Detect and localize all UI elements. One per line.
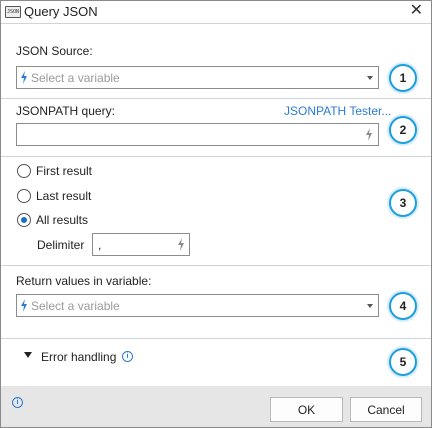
- variable-bolt-icon: [21, 299, 27, 312]
- info-icon[interactable]: i: [122, 351, 133, 362]
- return-values-placeholder: Select a variable: [31, 299, 120, 313]
- all-results-label: All results: [36, 213, 89, 227]
- step-badge-3: 3: [389, 189, 417, 217]
- jsonpath-tester-link[interactable]: JSONPATH Tester...: [284, 104, 391, 118]
- dialog-title: Query JSON: [24, 4, 98, 19]
- return-values-section: Return values in variable: Select a vari…: [1, 266, 431, 339]
- json-source-select[interactable]: Select a variable: [16, 66, 379, 89]
- variable-bolt-icon: [21, 71, 27, 84]
- chevron-down-icon[interactable]: [24, 352, 32, 358]
- json-app-icon: JSON: [5, 6, 21, 18]
- title-bar: JSON Query JSON ✕: [1, 1, 431, 23]
- info-icon[interactable]: i: [12, 397, 23, 408]
- step-badge-2: 2: [389, 116, 417, 144]
- last-result-label: Last result: [36, 189, 92, 203]
- all-results-radio[interactable]: [17, 213, 31, 227]
- error-handling-section: Error handling i 5: [1, 339, 431, 385]
- chevron-down-icon[interactable]: [367, 304, 373, 308]
- json-source-section: JSON Source: Select a variable 1: [1, 23, 431, 99]
- results-section: First result Last result All results Del…: [1, 157, 431, 266]
- first-result-label: First result: [36, 164, 93, 178]
- chevron-down-icon[interactable]: [367, 76, 373, 80]
- json-source-placeholder: Select a variable: [31, 71, 120, 85]
- variable-bolt-icon[interactable]: [177, 238, 185, 251]
- delimiter-value: ,: [98, 238, 102, 252]
- json-source-label: JSON Source:: [16, 44, 93, 58]
- dialog-footer: i OK Cancel: [1, 386, 431, 427]
- step-badge-1: 1: [389, 64, 417, 92]
- step-badge-5: 5: [389, 348, 417, 376]
- step-badge-4: 4: [389, 292, 417, 320]
- variable-bolt-icon[interactable]: [365, 128, 373, 141]
- cancel-button[interactable]: Cancel: [350, 397, 422, 422]
- last-result-radio[interactable]: [17, 189, 31, 203]
- jsonpath-label: JSONPATH query:: [16, 104, 115, 118]
- ok-button[interactable]: OK: [270, 397, 343, 422]
- return-values-select[interactable]: Select a variable: [16, 294, 379, 317]
- first-result-radio[interactable]: [17, 164, 31, 178]
- return-values-label: Return values in variable:: [16, 274, 152, 288]
- jsonpath-query-input[interactable]: [16, 123, 379, 146]
- jsonpath-section: JSONPATH query: JSONPATH Tester... 2: [1, 98, 431, 157]
- delimiter-label: Delimiter: [37, 238, 85, 252]
- close-icon[interactable]: ✕: [410, 2, 423, 20]
- delimiter-input[interactable]: ,: [92, 233, 190, 256]
- error-handling-toggle[interactable]: Error handling: [41, 350, 116, 364]
- query-json-dialog: JSON Query JSON ✕ JSON Source: Select a …: [0, 0, 432, 428]
